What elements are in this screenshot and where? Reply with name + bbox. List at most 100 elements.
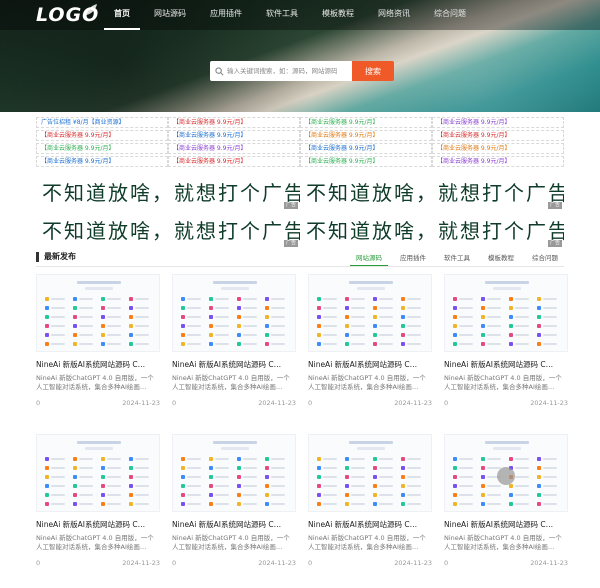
post-card[interactable]: NineAi 新版AI系统网站源码 C… NineAi 新版ChatGPT 4.0… <box>444 274 568 424</box>
hero-banner: LOGO 首页网站源码应用插件软件工具模板教程网络资讯综合问题 搜索 <box>0 0 600 112</box>
text-ad-link[interactable]: 【商业云服务器 9.9元/月】 <box>168 117 300 128</box>
banner-ad[interactable]: 不知道放啥，就想打个广告 广告 <box>300 175 564 211</box>
ad-row: 【商业云服务器 9.9元/月】 【商业云服务器 9.9元/月】 【商业云服务器 9.… <box>36 143 564 155</box>
top-navbar: LOGO 首页 网站源码 应用插件 软件工具 模板教程 网络资讯 综合问题 <box>0 0 600 30</box>
category-filters: 网站源码 应用插件 软件工具 模板教程 综合问题 <box>344 251 564 266</box>
post-meta: 0 2024-11-23 <box>444 399 568 407</box>
text-ad-link[interactable]: 【商业云服务器 9.9元/月】 <box>432 143 564 154</box>
text-ad-link[interactable]: 【商业云服务器 9.9元/月】 <box>168 156 300 167</box>
post-date: 2024-11-23 <box>258 559 296 567</box>
post-description: NineAi 新版ChatGPT 4.0 自用版，一个人工智能对话系统，集合多种… <box>308 534 426 551</box>
nav-item[interactable]: 软件工具 <box>256 0 308 30</box>
view-count: 0 <box>172 559 177 567</box>
post-description: NineAi 新版ChatGPT 4.0 自用版，一个人工智能对话系统，集合多种… <box>36 374 154 391</box>
filter-tab[interactable]: 应用插件 <box>394 251 432 266</box>
post-card[interactable]: NineAi 新版AI系统网站源码 C… NineAi 新版ChatGPT 4.0… <box>36 274 160 424</box>
post-title[interactable]: NineAi 新版AI系统网站源码 C… <box>444 360 568 370</box>
post-card[interactable]: NineAi 新版AI系统网站源码 C… NineAi 新版ChatGPT 4.0… <box>36 434 160 584</box>
banner-text: 不知道放啥，就想打个广告 <box>42 181 300 205</box>
banner-text: 不知道放啥，就想打个广告 <box>306 219 564 243</box>
post-date: 2024-11-23 <box>394 399 432 407</box>
post-title[interactable]: NineAi 新版AI系统网站源码 C… <box>172 520 296 530</box>
nav-item[interactable]: 应用插件 <box>200 0 252 30</box>
filter-tab[interactable]: 模板教程 <box>482 251 520 266</box>
filter-tab[interactable]: 网站源码 <box>350 251 388 266</box>
text-ad-link[interactable]: 【商业云服务器 9.9元/月】 <box>36 156 168 167</box>
nav-item[interactable]: 首页 <box>104 0 140 30</box>
filter-tab[interactable]: 软件工具 <box>438 251 476 266</box>
text-ad-link[interactable]: 【商业云服务器 9.9元/月】 <box>36 143 168 154</box>
post-title[interactable]: NineAi 新版AI系统网站源码 C… <box>172 360 296 370</box>
post-title[interactable]: NineAi 新版AI系统网站源码 C… <box>36 520 160 530</box>
nav-item[interactable]: 综合问题 <box>424 0 476 30</box>
post-title[interactable]: NineAi 新版AI系统网站源码 C… <box>308 360 432 370</box>
search-input[interactable] <box>224 67 344 75</box>
post-meta: 0 2024-11-23 <box>444 559 568 567</box>
post-meta: 0 2024-11-23 <box>172 559 296 567</box>
text-ad-link[interactable]: 【商业云服务器 9.9元/月】 <box>432 130 564 141</box>
text-ad-link[interactable]: 【商业云服务器 9.9元/月】 <box>300 143 432 154</box>
post-thumbnail[interactable] <box>308 274 432 352</box>
post-thumbnail[interactable] <box>36 274 160 352</box>
text-ad-link[interactable]: 【商业云服务器 9.9元/月】 <box>300 130 432 141</box>
post-description: NineAi 新版ChatGPT 4.0 自用版，一个人工智能对话系统，集合多种… <box>444 534 562 551</box>
post-title[interactable]: NineAi 新版AI系统网站源码 C… <box>308 520 432 530</box>
text-ad-link[interactable]: 【商业云服务器 9.9元/月】 <box>432 156 564 167</box>
text-ad-link[interactable]: 【商业云服务器 9.9元/月】 <box>168 143 300 154</box>
banner-ad[interactable]: 不知道放啥，就想打个广告 广告 <box>36 175 300 211</box>
post-thumbnail[interactable] <box>308 434 432 512</box>
post-description: NineAi 新版ChatGPT 4.0 自用版，一个人工智能对话系统，集合多种… <box>172 374 290 391</box>
search-button[interactable]: 搜索 <box>352 61 394 81</box>
text-ad-link[interactable]: 【商业云服务器 9.9元/月】 <box>168 130 300 141</box>
ad-badge: 广告 <box>547 202 562 209</box>
ad-row: 【商业云服务器 9.9元/月】 【商业云服务器 9.9元/月】 【商业云服务器 9.… <box>36 130 564 142</box>
post-thumbnail[interactable] <box>172 434 296 512</box>
filter-tab[interactable]: 综合问题 <box>526 251 564 266</box>
post-meta: 0 2024-11-23 <box>172 399 296 407</box>
post-description: NineAi 新版ChatGPT 4.0 自用版，一个人工智能对话系统，集合多种… <box>172 534 290 551</box>
post-date: 2024-11-23 <box>122 399 160 407</box>
section-title: 最新发布 <box>36 252 76 262</box>
leaf-icon <box>86 4 97 15</box>
post-thumbnail[interactable] <box>172 274 296 352</box>
nav-item[interactable]: 网络资讯 <box>368 0 420 30</box>
post-date: 2024-11-23 <box>394 559 432 567</box>
post-card[interactable]: NineAi 新版AI系统网站源码 C… NineAi 新版ChatGPT 4.0… <box>172 274 296 424</box>
text-ad-link[interactable]: 【商业云服务器 9.9元/月】 <box>300 117 432 128</box>
banner-ad[interactable]: 不知道放啥，就想打个广告 广告 <box>300 213 564 249</box>
text-ad-link[interactable]: 广告位招租 ¥8/月【商业资源】 <box>36 117 168 128</box>
post-meta: 0 2024-11-23 <box>308 559 432 567</box>
post-card[interactable]: NineAi 新版AI系统网站源码 C… NineAi 新版ChatGPT 4.0… <box>172 434 296 584</box>
ad-row: 【商业云服务器 9.9元/月】 【商业云服务器 9.9元/月】 【商业云服务器 9.… <box>36 156 564 168</box>
view-count: 0 <box>444 559 449 567</box>
main-nav: 首页 网站源码 应用插件 软件工具 模板教程 网络资讯 综合问题 <box>104 0 480 30</box>
search-icon <box>215 66 224 75</box>
floating-action-button[interactable] <box>497 467 515 485</box>
view-count: 0 <box>36 399 41 407</box>
text-ad-link[interactable]: 【商业云服务器 9.9元/月】 <box>300 156 432 167</box>
post-title[interactable]: NineAi 新版AI系统网站源码 C… <box>444 520 568 530</box>
post-thumbnail[interactable] <box>444 274 568 352</box>
banner-ad[interactable]: 不知道放啥，就想打个广告 广告 <box>36 213 300 249</box>
ad-badge: 广告 <box>547 240 562 247</box>
view-count: 0 <box>172 399 177 407</box>
post-description: NineAi 新版ChatGPT 4.0 自用版，一个人工智能对话系统，集合多种… <box>444 374 562 391</box>
post-meta: 0 2024-11-23 <box>36 399 160 407</box>
ad-badge: 广告 <box>283 240 298 247</box>
nav-item[interactable]: 模板教程 <box>312 0 364 30</box>
banner-ads: 不知道放啥，就想打个广告 广告 不知道放啥，就想打个广告 广告 不知道放啥，就想打个广告… <box>36 175 564 251</box>
post-title[interactable]: NineAi 新版AI系统网站源码 C… <box>36 360 160 370</box>
text-ads: 广告位招租 ¥8/月【商业资源】 【商业云服务器 9.9元/月】 【商业云服务器 9… <box>36 117 564 169</box>
ad-badge: 广告 <box>283 202 298 209</box>
latest-section-header: 最新发布 网站源码 应用插件 软件工具 模板教程 综合问题 <box>36 251 564 267</box>
post-thumbnail[interactable] <box>36 434 160 512</box>
banner-row: 不知道放啥，就想打个广告 广告 不知道放啥，就想打个广告 广告 <box>36 213 564 249</box>
view-count: 0 <box>36 559 41 567</box>
post-card[interactable]: NineAi 新版AI系统网站源码 C… NineAi 新版ChatGPT 4.0… <box>444 434 568 584</box>
nav-item[interactable]: 网站源码 <box>144 0 196 30</box>
search-bar: 搜索 <box>210 61 394 81</box>
text-ad-link[interactable]: 【商业云服务器 9.9元/月】 <box>36 130 168 141</box>
post-card[interactable]: NineAi 新版AI系统网站源码 C… NineAi 新版ChatGPT 4.0… <box>308 434 432 584</box>
text-ad-link[interactable]: 【商业云服务器 9.9元/月】 <box>432 117 564 128</box>
post-card[interactable]: NineAi 新版AI系统网站源码 C… NineAi 新版ChatGPT 4.0… <box>308 274 432 424</box>
